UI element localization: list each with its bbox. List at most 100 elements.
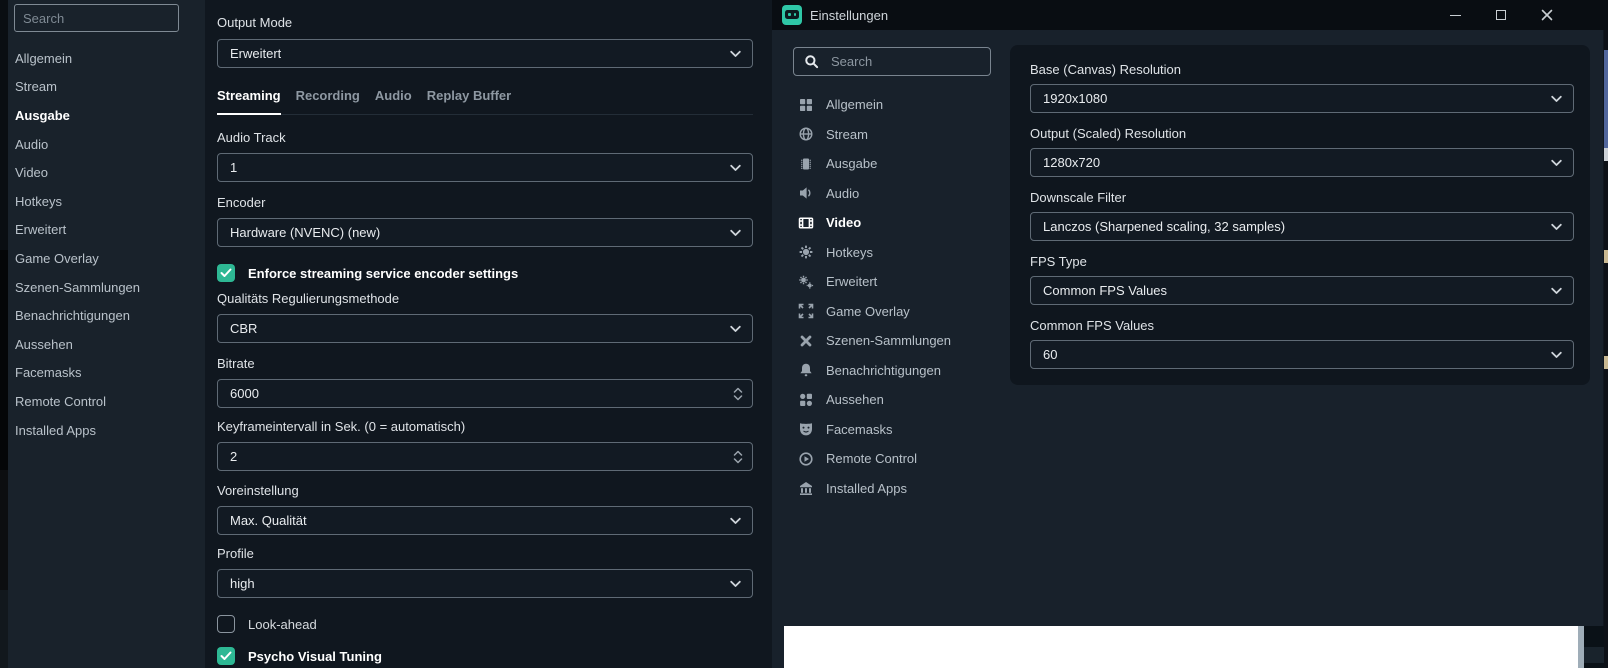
rate-control-select[interactable]: CBR	[217, 314, 753, 343]
sidebar-item-facemasks[interactable]: Facemasks	[772, 415, 1007, 445]
tab-audio[interactable]: Audio	[375, 88, 412, 114]
sidebar-item-aussehen[interactable]: Aussehen	[772, 385, 1007, 415]
sidebar-item-game-overlay[interactable]: Game Overlay	[772, 297, 1007, 327]
encoder-label: Encoder	[217, 195, 266, 210]
sidebar-item-allgemein[interactable]: Allgemein	[8, 44, 205, 73]
sidebar-item-audio[interactable]: Audio	[772, 179, 1007, 209]
expand-icon	[798, 303, 814, 319]
sidebar-item-installed-apps[interactable]: Installed Apps	[8, 416, 205, 445]
sidebar-item-ausgabe[interactable]: Ausgabe	[772, 149, 1007, 179]
desktop-edge-strip	[0, 590, 8, 668]
white-overlay-window	[784, 626, 1578, 668]
sidebar-item-allgemein[interactable]: Allgemein	[772, 90, 1007, 120]
sidebar-item-hotkeys[interactable]: Hotkeys	[8, 187, 205, 216]
sidebar-item-aussehen[interactable]: Aussehen	[8, 330, 205, 359]
window-title: Einstellungen	[810, 7, 889, 23]
close-button[interactable]	[1536, 4, 1558, 26]
search-icon	[804, 54, 819, 69]
sidebar-item-video[interactable]: Video	[772, 208, 1007, 238]
look-ahead-row: Look-ahead	[217, 615, 753, 633]
maximize-button[interactable]	[1490, 4, 1512, 26]
sidebar-item-remote-control[interactable]: Remote Control	[8, 387, 205, 416]
play-circle-icon	[798, 451, 814, 467]
gear-icon	[798, 244, 814, 260]
fps-type-select[interactable]: Common FPS Values	[1030, 276, 1574, 305]
sidebar-item-stream[interactable]: Stream	[8, 73, 205, 102]
profile-label: Profile	[217, 546, 254, 561]
desktop-edge-strip	[0, 0, 8, 250]
checkbox-checked[interactable]	[217, 264, 235, 282]
search-box[interactable]	[793, 47, 991, 76]
downscale-filter-select[interactable]: Lanczos (Sharpened scaling, 32 samples)	[1030, 212, 1574, 241]
search-input[interactable]	[829, 53, 959, 70]
tab-recording[interactable]: Recording	[296, 88, 360, 114]
preset-select[interactable]: Max. Qualität	[217, 506, 753, 535]
streamlabs-settings-screen: { "left_window": { "search": { "placehol…	[0, 0, 1608, 668]
desktop-edge-strip	[0, 470, 8, 590]
output-resolution-group: Output (Scaled) Resolution 1280x720	[1030, 125, 1574, 177]
rate-control-label: Qualitäts Regulierungsmethode	[217, 291, 400, 306]
desktop-edge-strip	[1604, 50, 1608, 148]
output-resolution-select[interactable]: 1280x720	[1030, 148, 1574, 177]
chevron-down-icon	[730, 164, 741, 171]
streamlabs-app-icon	[782, 5, 802, 25]
sidebar-item-erweitert[interactable]: Erweitert	[8, 216, 205, 245]
audio-track-select[interactable]: 1	[217, 153, 753, 182]
left-settings-nav: Allgemein Stream Ausgabe Audio Video Hot…	[8, 44, 205, 444]
keyframe-interval-input[interactable]: 2	[217, 442, 753, 471]
tab-replay-buffer[interactable]: Replay Buffer	[427, 88, 512, 114]
sidebar-item-szenen-sammlungen[interactable]: Szenen-Sammlungen	[8, 273, 205, 302]
output-mode-select[interactable]: Erweitert	[217, 39, 753, 68]
output-tabs: Streaming Recording Audio Replay Buffer	[217, 88, 753, 115]
sidebar-item-ausgabe[interactable]: Ausgabe	[8, 101, 205, 130]
sidebar-item-szenen-sammlungen[interactable]: Szenen-Sammlungen	[772, 326, 1007, 356]
common-fps-values-select[interactable]: 60	[1030, 340, 1574, 369]
preset-label: Voreinstellung	[217, 483, 299, 498]
chevron-down-icon	[730, 325, 741, 332]
enforce-encoder-settings-label: Enforce streaming service encoder settin…	[248, 265, 519, 281]
background-window-fragment	[1584, 626, 1604, 647]
sidebar-item-video[interactable]: Video	[8, 158, 205, 187]
einstellungen-window-body: Allgemein Stream Ausgabe Audio Video Hot…	[772, 30, 1603, 668]
base-resolution-select[interactable]: 1920x1080	[1030, 84, 1574, 113]
bitrate-input[interactable]: 6000	[217, 379, 753, 408]
stepper-icon[interactable]	[733, 450, 743, 463]
sidebar-item-benachrichtigungen[interactable]: Benachrichtigungen	[8, 301, 205, 330]
encoder-select[interactable]: Hardware (NVENC) (new)	[217, 218, 753, 247]
downscale-filter-group: Downscale Filter Lanczos (Sharpened scal…	[1030, 189, 1574, 241]
grid-icon	[798, 97, 814, 113]
chevron-down-icon	[1551, 159, 1562, 166]
sidebar-item-audio[interactable]: Audio	[8, 130, 205, 159]
sidebar-item-game-overlay[interactable]: Game Overlay	[8, 244, 205, 273]
chevron-down-icon	[730, 229, 741, 236]
checkbox-checked[interactable]	[217, 647, 235, 665]
audio-track-label: Audio Track	[217, 130, 286, 145]
chevron-down-icon	[1551, 287, 1562, 294]
mask-icon	[798, 421, 814, 437]
sidebar-item-remote-control[interactable]: Remote Control	[772, 444, 1007, 474]
sidebar-item-benachrichtigungen[interactable]: Benachrichtigungen	[772, 356, 1007, 386]
tab-streaming[interactable]: Streaming	[217, 88, 281, 115]
fps-type-label: FPS Type	[1030, 254, 1087, 269]
minimize-button[interactable]	[1444, 4, 1466, 26]
sidebar-item-facemasks[interactable]: Facemasks	[8, 359, 205, 388]
chip-icon	[798, 156, 814, 172]
background-window-fragment	[1584, 647, 1604, 663]
sidebar-item-stream[interactable]: Stream	[772, 120, 1007, 150]
crossed-tools-icon	[798, 333, 814, 349]
search-input[interactable]	[14, 4, 179, 32]
sidebar-item-erweitert[interactable]: Erweitert	[772, 267, 1007, 297]
film-icon	[798, 215, 814, 231]
chevron-down-icon	[730, 50, 741, 57]
base-resolution-label: Base (Canvas) Resolution	[1030, 62, 1182, 77]
sidebar-item-installed-apps[interactable]: Installed Apps	[772, 474, 1007, 504]
profile-select[interactable]: high	[217, 569, 753, 598]
checkbox-unchecked[interactable]	[217, 615, 235, 633]
chevron-down-icon	[730, 517, 741, 524]
common-fps-values-label: Common FPS Values	[1030, 318, 1155, 333]
chevron-down-icon	[1551, 351, 1562, 358]
chevron-down-icon	[1551, 223, 1562, 230]
stepper-icon[interactable]	[733, 387, 743, 400]
left-settings-sidebar: Allgemein Stream Ausgabe Audio Video Hot…	[8, 0, 205, 668]
sidebar-item-hotkeys[interactable]: Hotkeys	[772, 238, 1007, 268]
